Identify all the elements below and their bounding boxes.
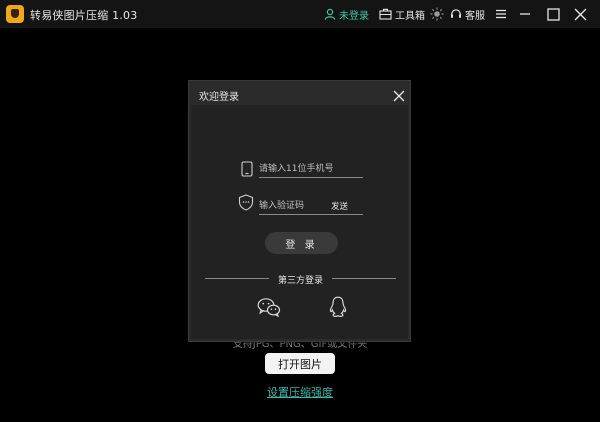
login-dialog: 欢迎登录 发送 登 录 第三方登录 xyxy=(188,80,411,342)
customer-service-label: 客服 xyxy=(465,10,485,22)
third-party-login-label: 第三方登录 xyxy=(277,276,323,286)
headset-icon xyxy=(451,9,461,18)
shield-icon xyxy=(238,194,254,215)
menu-icon[interactable] xyxy=(495,6,507,22)
login-status-label: 未登录 xyxy=(339,10,369,22)
divider-left xyxy=(205,278,269,279)
maximize-icon[interactable] xyxy=(547,6,560,22)
toolbox-icon xyxy=(379,8,392,20)
minimize-icon[interactable] xyxy=(519,6,531,22)
brightness-icon[interactable] xyxy=(430,6,444,22)
qq-icon[interactable] xyxy=(329,296,347,322)
phone-input[interactable] xyxy=(259,162,359,175)
divider-right xyxy=(332,278,396,279)
send-code-button[interactable]: 发送 xyxy=(331,200,348,212)
close-icon[interactable] xyxy=(393,87,405,102)
toolbox-button[interactable]: 工具箱 xyxy=(379,6,425,22)
verification-code-input[interactable] xyxy=(259,199,329,212)
login-status-button[interactable]: 未登录 xyxy=(324,6,369,22)
login-button[interactable]: 登 录 xyxy=(265,232,338,254)
verification-code-field: 发送 xyxy=(259,197,363,215)
phone-field xyxy=(259,160,363,178)
app-logo-icon xyxy=(6,5,24,23)
compression-settings-link[interactable]: 设置压缩强度 xyxy=(250,384,350,400)
user-icon xyxy=(324,8,336,20)
phone-icon xyxy=(241,161,253,181)
dialog-title: 欢迎登录 xyxy=(199,92,239,103)
open-image-button[interactable]: 打开图片 xyxy=(265,353,335,374)
toolbox-label: 工具箱 xyxy=(395,10,425,22)
customer-service-button[interactable]: 客服 xyxy=(450,6,485,22)
close-window-icon[interactable] xyxy=(574,6,587,22)
dialog-body: 发送 登 录 第三方登录 xyxy=(191,105,408,339)
title-bar: 转易侠图片压缩 1.03 未登录 工具箱 客服 xyxy=(0,0,600,28)
app-title: 转易侠图片压缩 1.03 xyxy=(30,9,138,22)
wechat-icon[interactable] xyxy=(257,297,281,321)
